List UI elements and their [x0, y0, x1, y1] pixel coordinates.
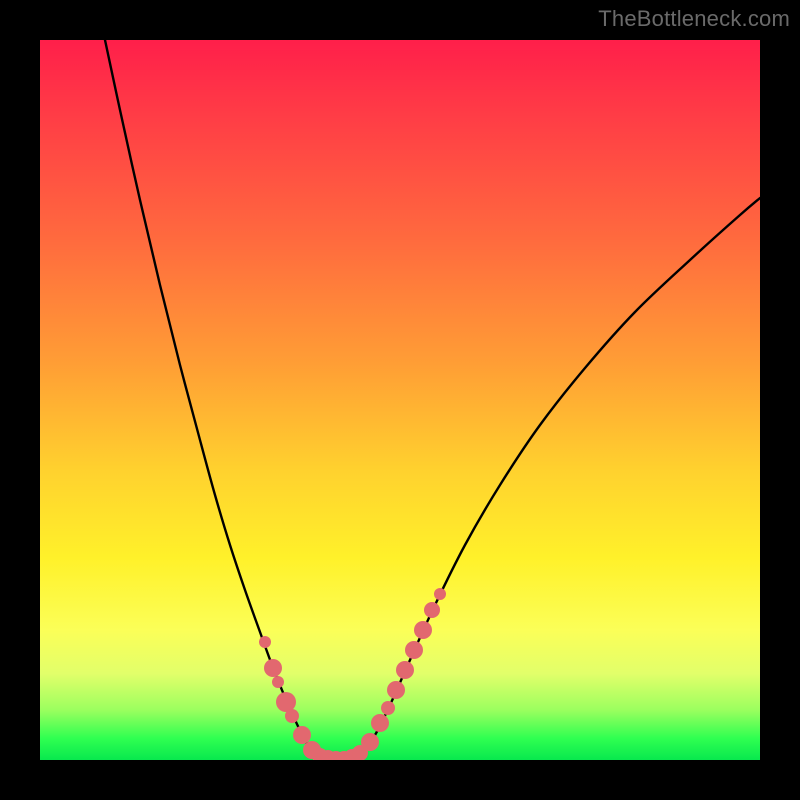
- highlighted-marker-group: [259, 588, 446, 760]
- plot-area: [40, 40, 760, 760]
- highlight-marker: [259, 636, 271, 648]
- highlight-marker: [396, 661, 414, 679]
- highlight-marker: [285, 709, 299, 723]
- highlight-marker: [414, 621, 432, 639]
- highlight-marker: [381, 701, 395, 715]
- highlight-marker: [371, 714, 389, 732]
- highlight-marker: [424, 602, 440, 618]
- highlight-marker: [276, 692, 296, 712]
- watermark-text: TheBottleneck.com: [598, 6, 790, 32]
- curve-right-branch: [362, 198, 760, 752]
- highlight-marker: [361, 733, 379, 751]
- curve-left-branch: [105, 40, 316, 755]
- highlight-marker: [272, 676, 284, 688]
- highlight-marker: [405, 641, 423, 659]
- highlight-marker: [387, 681, 405, 699]
- highlight-marker: [434, 588, 446, 600]
- highlight-marker: [293, 726, 311, 744]
- curve-layer: [40, 40, 760, 760]
- highlight-marker: [264, 659, 282, 677]
- chart-frame: TheBottleneck.com: [0, 0, 800, 800]
